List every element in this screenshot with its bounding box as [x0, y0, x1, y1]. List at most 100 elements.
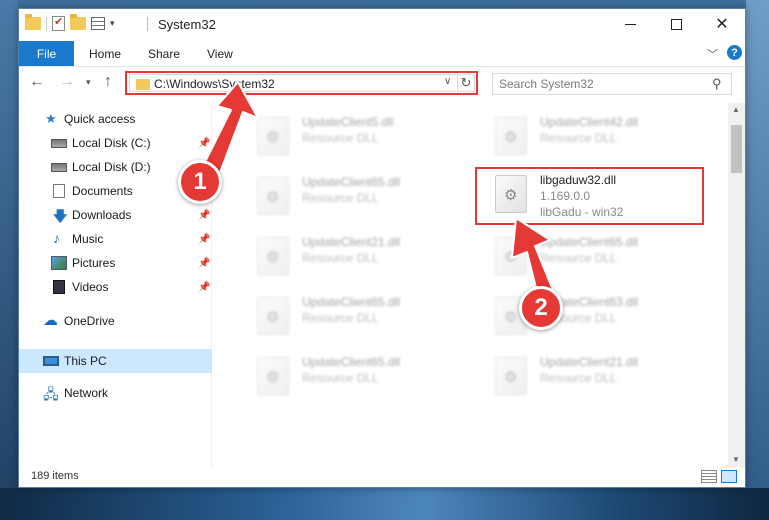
sidebar-item-network[interactable]: 🖧 Network — [19, 381, 212, 405]
desktop-background — [0, 0, 18, 520]
sidebar-item-label: Videos — [72, 280, 109, 294]
dll-file-icon — [257, 117, 289, 155]
file-list: UpdateClient5.dll Resource DLL UpdateCli… — [219, 103, 727, 469]
download-icon: 🡇 — [53, 208, 68, 224]
customize-toolbar-chevron-icon[interactable]: ▾ — [110, 18, 115, 29]
file-name: UpdateClient65.dll — [302, 175, 401, 189]
list-item[interactable]: UpdateClient65.dll Resource DLL — [495, 233, 715, 281]
file-name: UpdateClient65.dll — [540, 235, 639, 249]
cloud-icon: ☁ — [43, 312, 58, 329]
sidebar-item-downloads[interactable]: 🡇 Downloads 📌 — [19, 203, 212, 227]
desktop-background-right — [746, 0, 769, 520]
folder-icon — [25, 14, 41, 30]
search-input[interactable] — [499, 77, 699, 91]
scroll-down-arrow-icon[interactable]: ▼ — [732, 455, 740, 464]
sidebar-item-pictures[interactable]: Pictures 📌 — [19, 251, 212, 275]
pin-icon[interactable]: 📌 — [198, 210, 210, 221]
toolbar-divider — [46, 16, 47, 31]
address-history-chevron-icon[interactable]: ∨ — [444, 76, 451, 87]
help-icon[interactable]: ? — [727, 45, 742, 60]
list-item[interactable]: UpdateClient21.dll Resource DLL — [257, 233, 477, 281]
list-item[interactable]: UpdateClient42.dll Resource DLL — [495, 113, 715, 161]
title-divider — [147, 17, 148, 31]
maximize-button[interactable] — [653, 9, 699, 39]
file-type: Resource DLL — [302, 131, 379, 145]
pin-icon[interactable]: 📌 — [198, 138, 210, 149]
file-type: Resource DLL — [302, 251, 379, 265]
tab-share[interactable]: Share — [148, 47, 180, 61]
list-item[interactable]: UpdateClient5.dll Resource DLL — [257, 113, 477, 161]
up-arrow-icon[interactable]: ↑ — [104, 73, 112, 91]
minimize-button[interactable] — [607, 9, 653, 39]
sidebar-item-label: OneDrive — [64, 314, 115, 328]
desktop-background-bottom — [0, 488, 769, 520]
scrollbar-thumb[interactable] — [731, 125, 742, 173]
file-type: Resource DLL — [540, 251, 617, 265]
tab-view[interactable]: View — [207, 47, 233, 61]
sidebar-item-label: Quick access — [64, 112, 136, 126]
file-name: UpdateClient21.dll — [540, 355, 639, 369]
view-options-icon[interactable] — [91, 17, 105, 30]
sidebar-item-quick-access[interactable]: ★ Quick access — [19, 107, 212, 131]
vertical-scrollbar[interactable]: ▲ ▼ — [728, 103, 745, 469]
file-name: UpdateClient42.dll — [540, 115, 639, 129]
sidebar-item-music[interactable]: ♪ Music 📌 — [19, 227, 212, 251]
network-icon: 🖧 — [43, 386, 59, 402]
address-path[interactable]: C:\Windows\System32 — [154, 77, 275, 91]
dll-file-icon — [257, 297, 289, 335]
file-name: UpdateClient65.dll — [302, 355, 401, 369]
dll-file-icon — [257, 357, 289, 395]
pin-icon[interactable]: 📌 — [198, 282, 210, 293]
refresh-icon[interactable]: ↻ — [457, 74, 475, 92]
list-item[interactable]: UpdateClient21.dll Resource DLL — [495, 353, 715, 401]
sidebar-item-this-pc[interactable]: This PC — [19, 349, 212, 373]
scroll-up-arrow-icon[interactable]: ▲ — [732, 105, 740, 114]
list-item[interactable]: UpdateClient65.dll Resource DLL — [257, 293, 477, 341]
recent-locations-chevron-icon[interactable]: ▾ — [86, 77, 91, 88]
properties-icon[interactable] — [52, 15, 65, 31]
large-icons-view-icon[interactable] — [721, 470, 737, 483]
sidebar-item-local-disk-c[interactable]: Local Disk (C:) 📌 — [19, 131, 212, 155]
list-item[interactable]: UpdateClient65.dll Resource DLL — [257, 353, 477, 401]
disk-icon — [51, 139, 67, 148]
sidebar-item-label: Downloads — [72, 208, 132, 222]
file-name: UpdateClient65.dll — [302, 295, 401, 309]
tab-file[interactable]: File — [19, 41, 74, 66]
new-folder-icon[interactable] — [70, 14, 86, 30]
address-bar[interactable]: C:\Windows\System32 ∨ — [129, 74, 456, 92]
file-type: Resource DLL — [302, 311, 379, 325]
disk-icon — [51, 163, 67, 172]
sidebar-item-label: Local Disk (C:) — [72, 136, 151, 150]
pin-icon[interactable]: 📌 — [198, 258, 210, 269]
pictures-icon — [51, 256, 67, 270]
pc-icon — [43, 356, 59, 366]
sidebar-item-onedrive[interactable]: ☁ OneDrive — [19, 309, 212, 333]
back-arrow-icon[interactable]: ← — [29, 73, 45, 91]
details-view-icon[interactable] — [701, 470, 717, 483]
dll-file-icon — [257, 177, 289, 215]
sidebar-item-videos[interactable]: Videos 📌 — [19, 275, 212, 299]
sidebar-item-label: Pictures — [72, 256, 116, 270]
navigation-bar: ← → ▾ ↑ C:\Windows\System32 ∨ ↻ ⚲ — [19, 67, 745, 99]
list-item[interactable]: UpdateClient65.dll Resource DLL — [257, 173, 477, 221]
item-count: 189 items — [31, 470, 79, 482]
search-box[interactable]: ⚲ — [492, 73, 732, 95]
status-bar: 189 items — [19, 467, 745, 487]
minimize-icon — [624, 23, 636, 25]
pin-icon[interactable]: 📌 — [198, 234, 210, 245]
close-button[interactable]: ✕ — [699, 9, 745, 39]
step-1-badge: 1 — [178, 160, 222, 204]
music-icon: ♪ — [53, 230, 60, 246]
file-type: Resource DLL — [540, 131, 617, 145]
tab-home[interactable]: Home — [89, 47, 121, 61]
file-name: UpdateClient5.dll — [302, 115, 394, 129]
expand-ribbon-chevron-icon[interactable]: ﹀ — [707, 46, 718, 62]
file-explorer-window: ▾ System32 ✕ File Home Share View ﹀ ? ← … — [18, 8, 746, 488]
videos-icon — [53, 280, 65, 294]
file-type: Resource DLL — [302, 371, 379, 385]
sidebar-item-label: Network — [64, 386, 109, 400]
search-icon[interactable]: ⚲ — [712, 76, 722, 92]
forward-arrow-icon[interactable]: → — [59, 73, 75, 91]
file-highlight-box — [475, 167, 704, 225]
title-bar: ▾ System32 ✕ — [19, 9, 745, 39]
